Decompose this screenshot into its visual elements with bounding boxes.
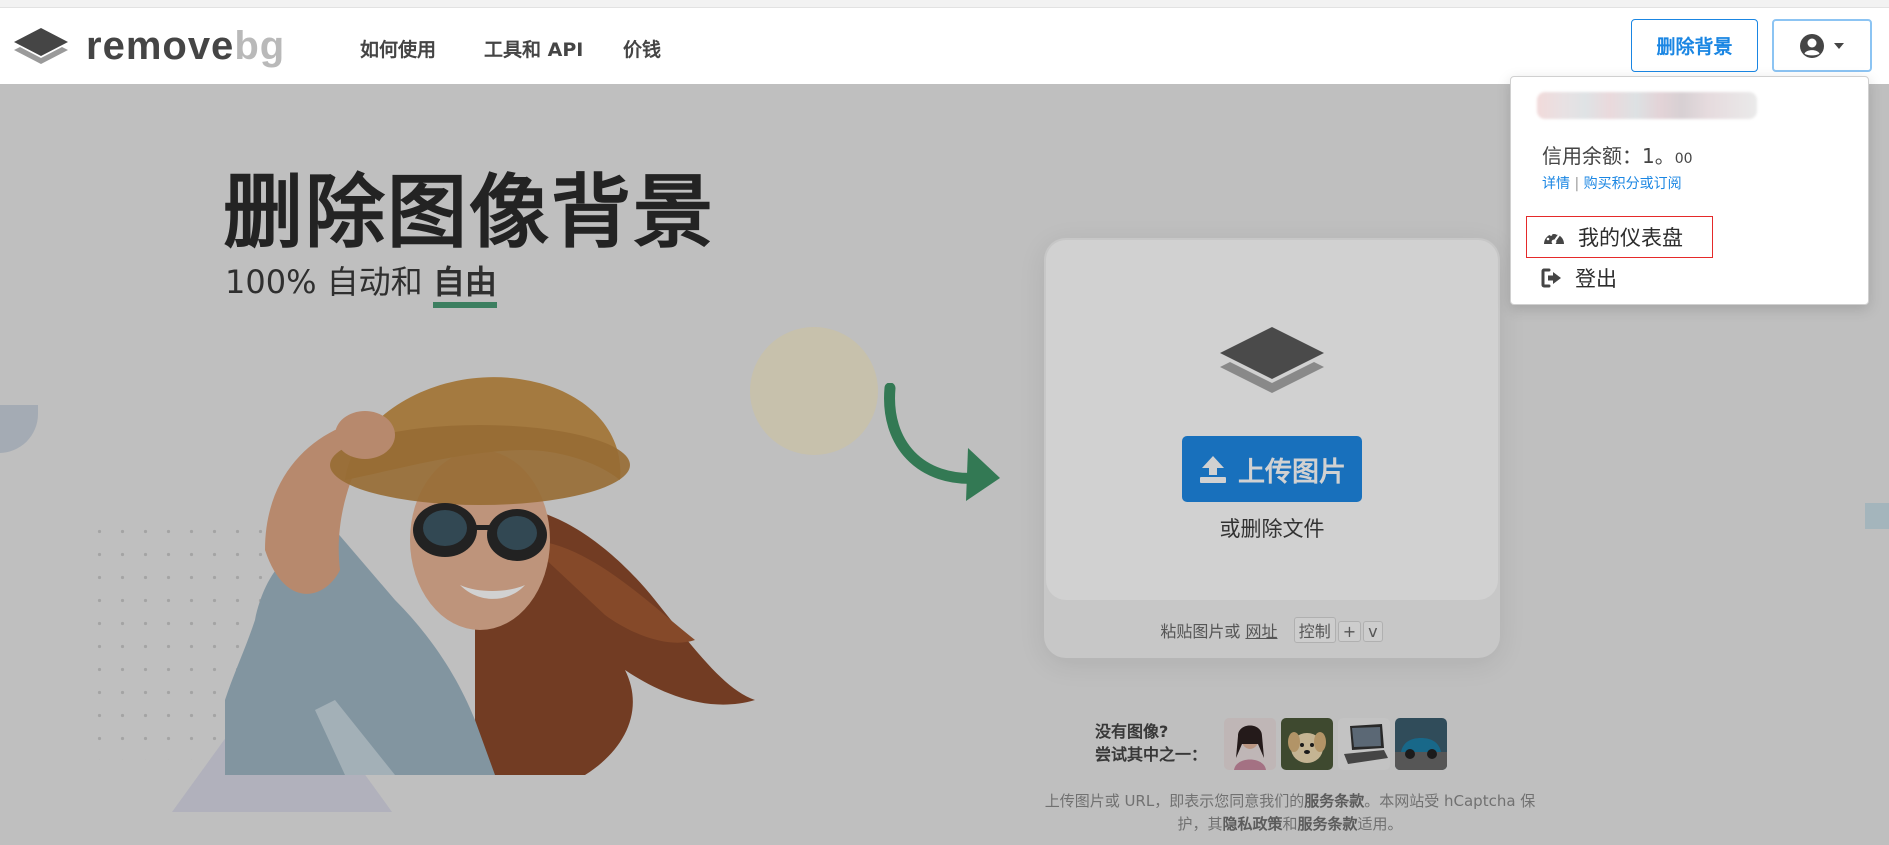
credit-links: 详情 | 购买积分或订阅: [1542, 173, 1682, 193]
terms-link-2[interactable]: 服务条款: [1298, 815, 1358, 833]
legal-notice: 上传图片或 URL，即表示您同意我们的服务条款。本网站受 hCaptcha 保护…: [1040, 790, 1540, 836]
logout-label: 登出: [1575, 267, 1617, 291]
dashboard-label: 我的仪表盘: [1578, 226, 1683, 250]
privacy-link[interactable]: 隐私政策: [1222, 815, 1282, 833]
logo-wordmark: removebg: [86, 24, 286, 68]
sample-thumbnail-woman[interactable]: [1224, 718, 1276, 770]
upload-dropzone[interactable]: [1046, 240, 1498, 600]
samples-label: 没有图像? 尝试其中之一：: [1095, 720, 1207, 766]
account-dropdown-menu: 信用余额：1。00 详情 | 购买积分或订阅 我的仪表盘 登出: [1510, 76, 1869, 305]
hero-subtitle-prefix: 100% 自动和: [225, 263, 423, 301]
menu-item-dashboard[interactable]: 我的仪表盘: [1526, 216, 1713, 258]
nav-pricing[interactable]: 价钱: [623, 35, 661, 62]
hero-title: 删除图像背景: [223, 166, 715, 259]
caret-down-icon: [1834, 42, 1844, 49]
credit-balance-label: 信用余额：1。: [1542, 144, 1675, 168]
key-plus: +: [1337, 621, 1362, 642]
decorative-half-circle: [0, 405, 38, 453]
key-v: v: [1363, 621, 1383, 642]
menu-item-logout[interactable]: 登出: [1541, 263, 1617, 293]
legal-part4: 适用。: [1357, 815, 1403, 833]
paste-prefix: 粘贴图片或: [1160, 622, 1241, 641]
sample-thumbnail-laptop[interactable]: [1338, 718, 1390, 770]
layers-stack-icon: [1220, 327, 1324, 393]
layers-logo-icon: [14, 28, 68, 64]
paste-hint: 粘贴图片或 网址 控制 + v: [1046, 617, 1498, 643]
sample-thumbnail-car[interactable]: [1395, 718, 1447, 770]
site-header: removebg 如何使用 工具和 API 价钱 删除背景: [0, 8, 1889, 84]
browser-top-strip: [0, 0, 1889, 8]
remove-background-button[interactable]: 删除背景: [1631, 19, 1758, 72]
hero-subtitle: 100% 自动和 自由: [225, 257, 497, 308]
legal-part1: 上传图片或 URL，即表示您同意我们的: [1044, 792, 1305, 810]
terms-link[interactable]: 服务条款: [1304, 792, 1364, 810]
sample-thumbnail-dog[interactable]: [1281, 718, 1333, 770]
legal-part3: 和: [1282, 815, 1298, 833]
dashboard-gauge-icon: [1544, 232, 1564, 245]
decorative-circle: [750, 327, 878, 455]
account-menu-button[interactable]: [1772, 19, 1872, 72]
details-link[interactable]: 详情: [1542, 176, 1570, 192]
samples-label-line1: 没有图像?: [1095, 722, 1169, 741]
hero-woman-photo: [225, 377, 755, 775]
samples-label-line2: 尝试其中之一：: [1095, 745, 1208, 764]
upload-image-button[interactable]: 上传图片: [1182, 436, 1362, 502]
buy-credits-link[interactable]: 购买积分或订阅: [1584, 176, 1682, 192]
upload-button-label: 上传图片: [1238, 456, 1346, 488]
decorative-square: [1865, 503, 1889, 529]
nav-tools-api[interactable]: 工具和 API: [484, 35, 583, 62]
user-circle-icon: [1800, 33, 1824, 58]
link-separator: |: [1574, 176, 1580, 192]
drop-file-text: 或删除文件: [1219, 517, 1325, 541]
nav-how-to-use[interactable]: 如何使用: [360, 35, 436, 62]
credit-balance-decimal: 00: [1674, 151, 1693, 167]
credit-balance: 信用余额：1。00: [1542, 140, 1693, 169]
removebg-logo[interactable]: removebg: [12, 24, 312, 70]
paste-url-link[interactable]: 网址: [1245, 622, 1277, 641]
sign-out-icon: [1541, 268, 1561, 288]
key-ctrl: 控制: [1293, 617, 1336, 643]
upload-icon: [1200, 456, 1226, 483]
blurred-email: [1537, 92, 1757, 119]
hero-subtitle-free: 自由: [432, 263, 497, 308]
curved-arrow-icon: [884, 383, 1000, 501]
